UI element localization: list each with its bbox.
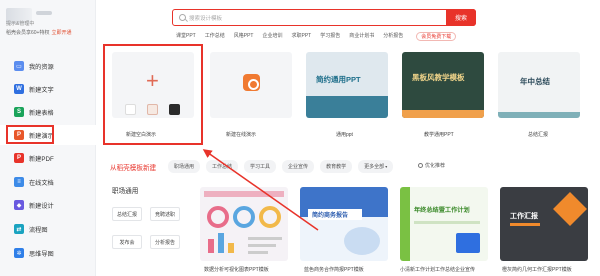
template-label: 小清新工作计划工作总结企业宣传: [400, 267, 476, 273]
tab-corporate-promo[interactable]: 企业宣传: [282, 160, 315, 173]
sidebar-item-label: 在线文档: [29, 179, 54, 187]
template-search-bar[interactable]: 搜索设计模板 搜索: [172, 9, 476, 26]
tab-work-summary[interactable]: 工作总结: [206, 160, 239, 173]
section-title: 从稻壳模板新建: [110, 165, 157, 172]
sidebar-item-new-sheet[interactable]: S 新建表格: [0, 102, 96, 122]
category-button[interactable]: 竞聘述职: [150, 207, 180, 221]
template-label: 新建在线演示: [226, 132, 257, 138]
template-label: 总结汇报: [528, 132, 549, 138]
vip-promo-text: 稻壳会员享60+特权: [6, 30, 50, 36]
sidebar-item-label: 思维导图: [29, 250, 54, 258]
template-thumb-title: 年中总结: [520, 77, 550, 86]
template-thumb-shape: [553, 192, 587, 226]
template-card-teaching-ppt[interactable]: 黑板风教学模板: [402, 52, 484, 118]
template-thumb-shape: [344, 227, 380, 255]
template-thumb-title: 黑板风教学模板: [412, 73, 465, 82]
user-profile[interactable]: 提示&管理中 稻壳会员享60+特权 立即开通: [0, 0, 96, 46]
member-free-download-tag[interactable]: 会员免费下载: [416, 32, 457, 41]
hot-tag[interactable]: 企业培训: [262, 32, 282, 41]
template-label: 数据分析可视化图表PPT模板: [204, 267, 269, 273]
sidebar-item-my-resources[interactable]: ▭ 我的资源: [0, 56, 96, 76]
category-button[interactable]: 发布会: [112, 235, 142, 249]
template-thumb-band: [498, 112, 580, 118]
template-label: 通用ppt: [336, 132, 353, 138]
hot-tag[interactable]: 学习报告: [320, 32, 340, 41]
category-panel: 职场通用 总结汇报 竞聘述职 发布会 分析报告: [108, 183, 190, 276]
hot-tag[interactable]: 求职PPT: [292, 32, 312, 41]
flowchart-icon: ⇄: [14, 224, 24, 234]
sidebar-item-label: 我的资源: [29, 63, 54, 71]
template-label: 蓝色商务合作简报PPT模板: [304, 267, 364, 273]
category-tabs: 职场通用 工作总结 学习工具 企业宣传 教育教学 更多全部: [168, 160, 394, 173]
online-presentation-icon: [243, 74, 260, 91]
template-thumb-title: 简约商务报告: [308, 209, 362, 220]
template-thumb-charts: [204, 191, 284, 254]
hot-tags: 课堂PPT 工作总结 风格PPT 企业培训 求职PPT 学习报告 商业计划书 分…: [176, 32, 457, 41]
sheet-icon: S: [14, 107, 24, 117]
template-card-business-brief[interactable]: 简约商务报告: [300, 187, 388, 261]
pdf-icon: P: [14, 153, 24, 163]
folder-icon: ▭: [14, 61, 24, 71]
template-card-general-ppt[interactable]: 简约通用PPT: [306, 52, 388, 118]
template-thumb-title: 年终总结暨工作计划: [414, 207, 470, 214]
mindmap-icon: ✲: [14, 248, 24, 258]
sort-icon: [418, 163, 423, 168]
sidebar-item-label: 新建文字: [29, 86, 54, 94]
hot-tag[interactable]: 风格PPT: [234, 32, 254, 41]
sidebar-item-label: 新建设计: [29, 202, 54, 210]
sidebar-item-mindmap[interactable]: ✲ 思维导图: [0, 243, 96, 263]
hot-tag[interactable]: 工作总结: [205, 32, 225, 41]
template-thumb-title: 简约通用PPT: [316, 75, 361, 84]
template-thumb-line: [414, 221, 480, 224]
sidebar-item-online-doc[interactable]: ≡ 在线文档: [0, 172, 96, 192]
template-thumb-shape: [456, 233, 480, 253]
tab-education[interactable]: 教育教学: [320, 160, 353, 173]
category-button[interactable]: 总结汇报: [112, 207, 142, 221]
sidebar-item-new-pdf[interactable]: P 新建PDF: [0, 148, 96, 168]
hot-tag[interactable]: 商业计划书: [349, 32, 374, 41]
hot-tag[interactable]: 课堂PPT: [176, 32, 196, 41]
sidebar-item-new-design[interactable]: ◆ 新建设计: [0, 195, 96, 215]
design-icon: ◆: [14, 200, 24, 210]
sidebar-item-new-doc[interactable]: W 新建文字: [0, 79, 96, 99]
username-blurred: [36, 11, 52, 15]
template-card-data-analysis[interactable]: [200, 187, 288, 261]
template-thumb-band: [400, 187, 410, 261]
highlight-box-blank-presentation: [103, 44, 203, 145]
template-card-summary-report[interactable]: 年中总结: [498, 52, 580, 118]
category-title: 职场通用: [112, 188, 139, 195]
template-thumb-title: 工作汇报: [510, 213, 538, 220]
search-button[interactable]: 搜索: [446, 9, 476, 26]
template-thumb-band: [402, 110, 484, 118]
word-doc-icon: W: [14, 84, 24, 94]
tab-workplace[interactable]: 职场通用: [168, 160, 201, 173]
template-card-year-end-plan[interactable]: 年终总结暨工作计划: [400, 187, 488, 261]
sidebar-item-label: 新建表格: [29, 109, 54, 117]
category-button[interactable]: 分析报告: [150, 235, 180, 249]
vip-promo: 稻壳会员享60+特权 立即开通: [6, 29, 72, 36]
profile-status: 提示&管理中: [6, 21, 35, 27]
template-label: 教学通用PPT: [424, 132, 454, 138]
search-input[interactable]: 搜索设计模板: [189, 14, 222, 22]
template-card-work-report[interactable]: 工作汇报: [500, 187, 588, 261]
search-icon: [179, 14, 186, 21]
tab-view-all[interactable]: 更多全部: [358, 160, 394, 173]
sidebar-item-label: 新建PDF: [29, 155, 54, 163]
vip-open-link[interactable]: 立即开通: [51, 30, 71, 36]
template-thumb-band: [306, 96, 388, 118]
cloud-doc-icon: ≡: [14, 177, 24, 187]
tab-study-tools[interactable]: 学习工具: [244, 160, 277, 173]
template-thumb-line: [510, 223, 540, 226]
sidebar-item-flowchart[interactable]: ⇄ 流程图: [0, 219, 96, 239]
recommend-sort-label: 优化推荐: [425, 163, 446, 169]
template-label: 橙灰简约几何工作汇报PPT模板: [502, 267, 572, 273]
wps-app-window: 提示&管理中 稻壳会员享60+特权 立即开通 ▭ 我的资源 W 新建文字 S 新建…: [0, 0, 600, 276]
hot-tag[interactable]: 分析报告: [383, 32, 403, 41]
highlight-box-new-presentation: [6, 125, 54, 144]
recommend-sort-toggle[interactable]: 优化推荐: [418, 162, 445, 169]
new-online-presentation-card[interactable]: [210, 52, 292, 118]
sidebar-item-label: 流程图: [29, 226, 48, 234]
